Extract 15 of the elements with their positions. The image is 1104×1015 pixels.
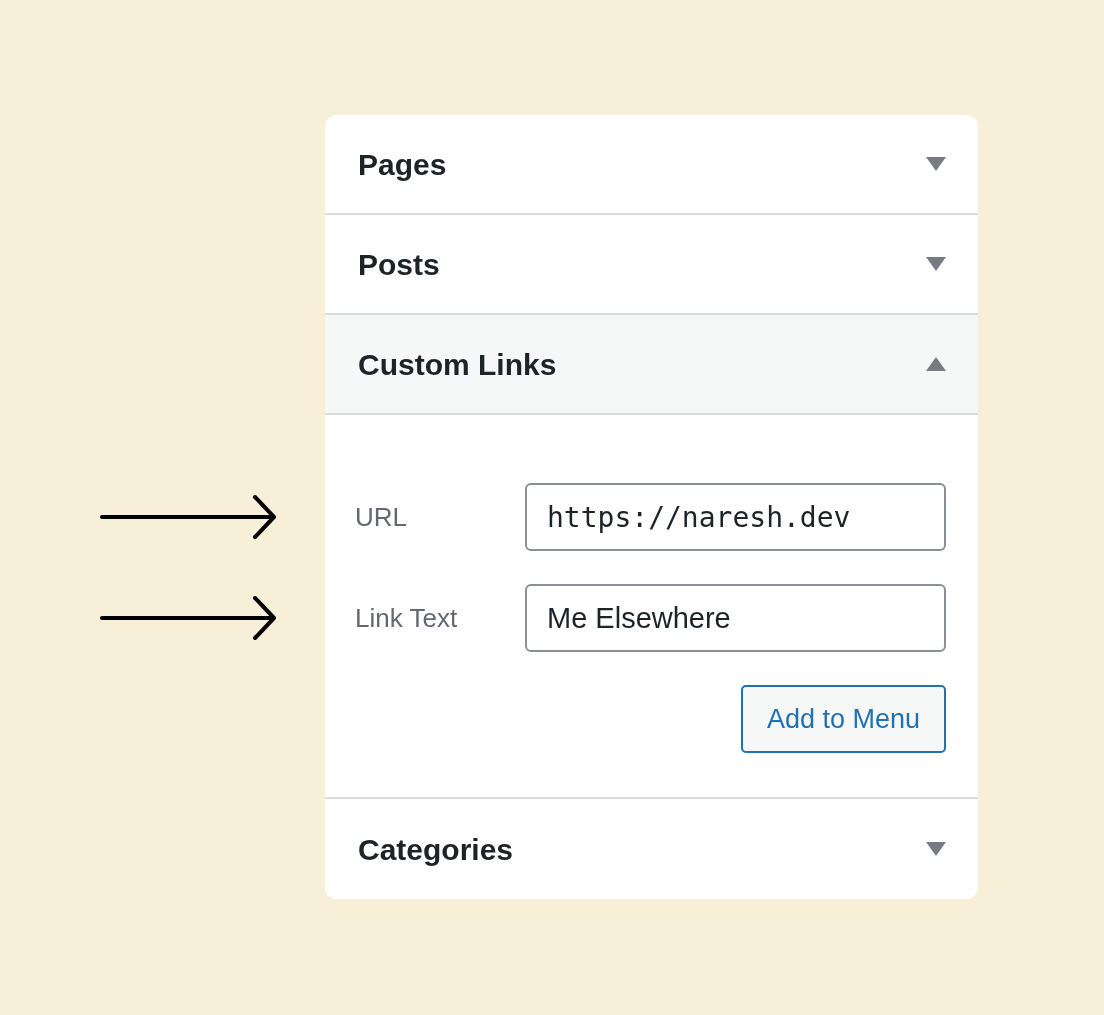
section-header[interactable]: Pages [325, 115, 978, 215]
section-header[interactable]: Custom Links [325, 315, 978, 415]
field-label: Link Text [355, 601, 459, 635]
section-title: Custom Links [358, 346, 557, 383]
caret-up-icon [926, 357, 946, 371]
caret-down-icon [926, 257, 946, 271]
section-title: Categories [358, 831, 514, 868]
text-field[interactable]: Me Elsewhere [525, 584, 946, 652]
caret-down-icon [926, 157, 946, 171]
add-to-menu-button[interactable]: Add to Menu [740, 685, 946, 753]
section-title: Pages [358, 146, 447, 183]
field-label: URL [355, 500, 408, 534]
url-field[interactable]: https://naresh.dev [525, 483, 946, 551]
section-title: Posts [358, 246, 440, 283]
caret-down-icon [926, 842, 946, 856]
